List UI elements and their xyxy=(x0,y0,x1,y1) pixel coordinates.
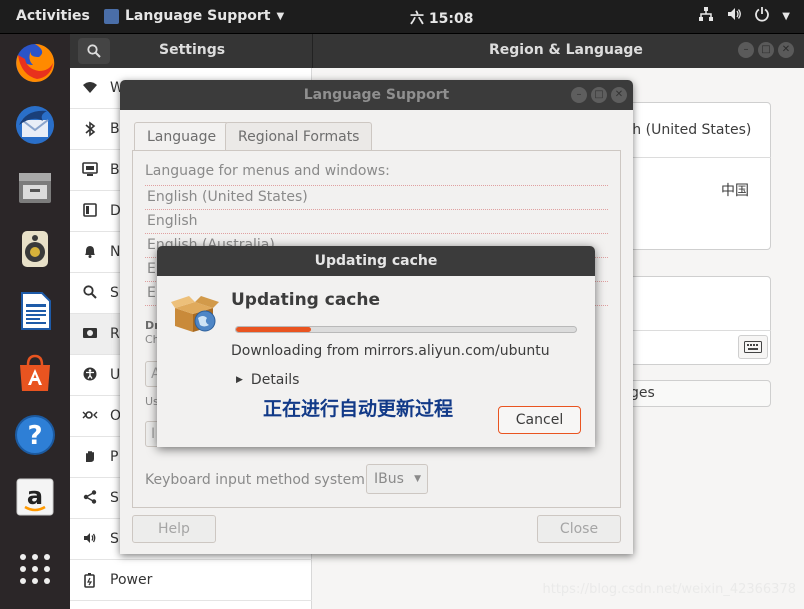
sidebar-item-label: S xyxy=(110,531,119,547)
settings-title: Settings xyxy=(159,42,226,58)
tab-regional-formats[interactable]: Regional Formats xyxy=(225,122,373,150)
battery-icon xyxy=(82,572,98,588)
updating-cache-dialog: Updating cache Updating cache Downloadin… xyxy=(157,246,595,447)
settings-header-bar: Settings Region & Language – □ ✕ xyxy=(70,34,804,68)
clock[interactable]: 六 15:08 xyxy=(410,8,473,28)
search-button[interactable] xyxy=(78,38,110,64)
package-icon xyxy=(171,294,221,338)
sound-icon xyxy=(82,531,98,547)
cancel-button[interactable]: Cancel xyxy=(498,406,581,434)
chevron-down-icon[interactable]: ▼ xyxy=(782,11,790,22)
volume-icon[interactable] xyxy=(726,6,742,26)
bell-icon xyxy=(82,244,98,260)
amazon-icon[interactable]: a xyxy=(12,474,58,520)
details-label: Details xyxy=(250,372,300,388)
dialog-title-bar: Updating cache xyxy=(157,246,595,276)
tab-language[interactable]: Language xyxy=(134,122,230,150)
annotation-text: 正在进行自动更新过程 xyxy=(263,398,454,420)
software-icon[interactable] xyxy=(12,350,58,396)
firefox-icon[interactable] xyxy=(12,40,58,86)
sidebar-item-label: B xyxy=(110,162,120,178)
close-button[interactable]: ✕ xyxy=(611,87,627,103)
thunderbird-icon[interactable] xyxy=(12,102,58,148)
bluetooth-icon xyxy=(82,121,98,137)
network-icon[interactable] xyxy=(698,6,714,26)
keyboard-layout-button[interactable] xyxy=(738,335,768,359)
sidebar-item-label: R xyxy=(110,326,120,342)
minimize-button[interactable]: – xyxy=(571,87,587,103)
minimize-button[interactable]: – xyxy=(738,42,754,58)
top-bar: Activities Language Support ▼ 六 15:08 ▼ xyxy=(0,0,804,34)
list-item[interactable]: English xyxy=(145,210,608,234)
keyboard-input-label: Keyboard input method system: xyxy=(145,472,370,488)
dock: ? a xyxy=(0,34,70,609)
dialog-title-bar: Language Support – □ ✕ xyxy=(120,80,633,110)
hand-icon xyxy=(82,449,98,465)
help-icon[interactable]: ? xyxy=(12,412,58,458)
sidebar-item-label: S xyxy=(110,490,119,506)
dialog-heading: Updating cache xyxy=(231,290,381,310)
sidebar-item-label: N xyxy=(110,244,121,260)
dialog-title: Updating cache xyxy=(314,253,438,269)
share-icon xyxy=(82,490,98,506)
keyboard-input-value: IBus xyxy=(374,471,404,487)
progress-bar xyxy=(235,326,577,333)
activities-button[interactable]: Activities xyxy=(16,8,90,24)
app-grid-icon[interactable] xyxy=(12,546,58,592)
sidebar-item-label: S xyxy=(110,285,119,301)
search-icon xyxy=(87,44,101,58)
triangle-right-icon: ▶ xyxy=(236,375,243,385)
close-dialog-button[interactable]: Close xyxy=(537,515,621,543)
watermark: https://blog.csdn.net/weixin_42366378 xyxy=(542,582,796,597)
maximize-button[interactable]: □ xyxy=(591,87,607,103)
system-tray[interactable]: ▼ xyxy=(698,6,790,26)
sidebar-item-label: B xyxy=(110,121,120,137)
maximize-button[interactable]: □ xyxy=(758,42,774,58)
keyboard-icon xyxy=(744,341,762,353)
manage-languages-label: ges xyxy=(630,385,655,401)
menus-label: Language for menus and windows: xyxy=(145,163,390,179)
rhythmbox-icon[interactable] xyxy=(12,226,58,272)
list-item[interactable]: English (United States) xyxy=(145,186,608,210)
files-icon[interactable] xyxy=(12,164,58,210)
language-support-app-icon xyxy=(104,8,119,24)
keyboard-input-select[interactable]: IBus ▼ xyxy=(366,464,428,494)
universal-access-icon xyxy=(82,367,98,383)
language-value[interactable]: sh (United States) xyxy=(625,122,751,138)
status-text: Downloading from mirrors.aliyun.com/ubun… xyxy=(231,343,550,359)
writer-icon[interactable] xyxy=(12,288,58,334)
online-accounts-icon xyxy=(82,408,98,424)
power-icon[interactable] xyxy=(754,6,770,26)
region-icon xyxy=(82,326,98,342)
sidebar-item-label: U xyxy=(110,367,121,383)
header-divider xyxy=(312,34,313,68)
svg-text:?: ? xyxy=(27,421,42,451)
panel-title: Region & Language xyxy=(489,42,643,58)
search-icon xyxy=(82,285,98,301)
wifi-icon xyxy=(82,80,98,96)
close-button[interactable]: ✕ xyxy=(778,42,794,58)
sidebar-item-power[interactable]: Power xyxy=(70,560,312,601)
chevron-down-icon: ▼ xyxy=(276,10,285,22)
svg-text:a: a xyxy=(27,482,43,510)
details-expander[interactable]: ▶ Details xyxy=(236,372,299,388)
sidebar-item-label: P xyxy=(110,449,119,465)
app-menu-label: Language Support xyxy=(125,8,271,24)
app-menu[interactable]: Language Support ▼ xyxy=(104,8,284,24)
formats-value[interactable]: 中国 xyxy=(721,180,749,200)
dialog-title: Language Support xyxy=(303,87,450,103)
background-icon xyxy=(82,162,98,178)
chevron-down-icon: ▼ xyxy=(414,474,421,484)
dock-icon xyxy=(82,203,98,219)
progress-fill xyxy=(236,327,311,332)
help-button[interactable]: Help xyxy=(132,515,216,543)
sidebar-item-label: Power xyxy=(110,572,153,588)
